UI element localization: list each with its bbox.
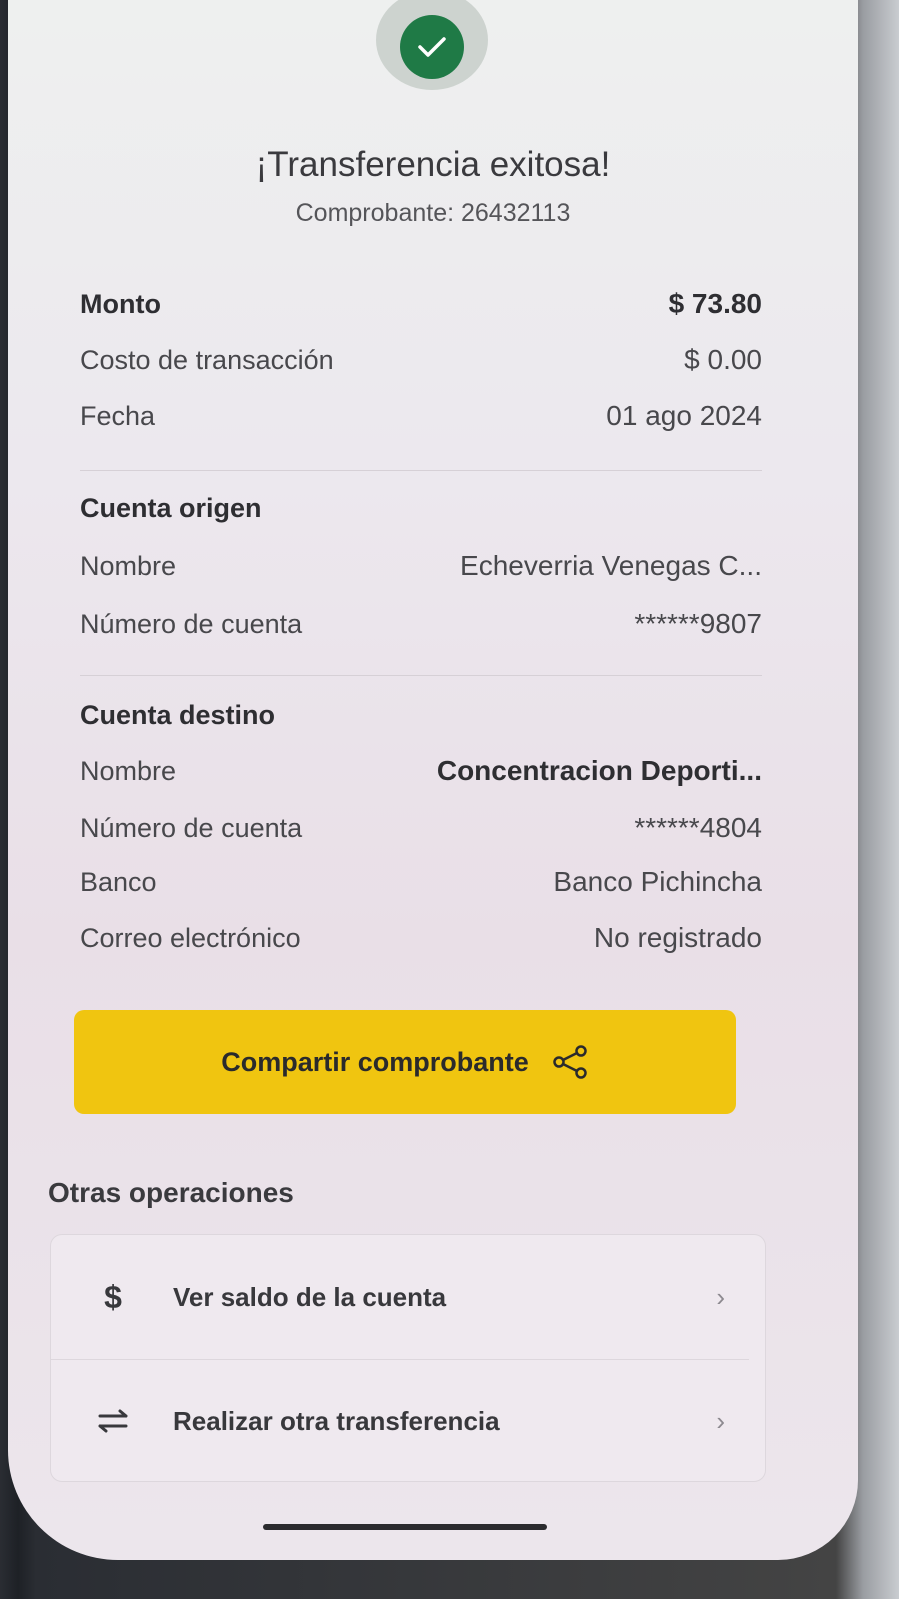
origin-account-row: Número de cuenta ******9807 bbox=[80, 608, 762, 640]
origin-name-value: Echeverria Venegas C... bbox=[460, 550, 762, 581]
share-button-label: Compartir comprobante bbox=[221, 1046, 529, 1077]
dollar-icon: $ bbox=[104, 1278, 122, 1315]
op-label: Ver saldo de la cuenta bbox=[173, 1281, 447, 1312]
fee-label: Costo de transacción bbox=[80, 345, 334, 375]
amount-label: Monto bbox=[80, 289, 161, 319]
date-label: Fecha bbox=[80, 401, 156, 431]
chevron-right-icon: › bbox=[716, 1281, 725, 1312]
origin-heading: Cuenta origen bbox=[80, 493, 262, 523]
origin-name-label: Nombre bbox=[80, 551, 177, 581]
date-value: 01 ago 2024 bbox=[606, 400, 762, 431]
other-operations-card: $ Ver saldo de la cuenta › Realizar otra… bbox=[50, 1234, 766, 1482]
destination-bank-value: Banco Pichincha bbox=[553, 866, 762, 897]
divider bbox=[80, 470, 762, 471]
amount-row: Monto $ 73.80 bbox=[80, 288, 762, 320]
op-view-balance[interactable]: $ Ver saldo de la cuenta › bbox=[51, 1235, 765, 1359]
destination-email-row: Correo electrónico No registrado bbox=[80, 922, 762, 954]
home-indicator[interactable] bbox=[263, 1524, 547, 1530]
destination-bank-label: Banco bbox=[80, 867, 157, 897]
destination-heading: Cuenta destino bbox=[80, 700, 276, 730]
origin-account-label: Número de cuenta bbox=[80, 609, 303, 639]
op-label: Realizar otra transferencia bbox=[173, 1405, 500, 1436]
success-check-icon bbox=[400, 15, 464, 79]
share-receipt-button[interactable]: Compartir comprobante bbox=[74, 1010, 736, 1114]
page-title: ¡Transferencia exitosa! bbox=[255, 145, 611, 184]
destination-account-row: Número de cuenta ******4804 bbox=[80, 812, 762, 844]
other-operations-title: Otras operaciones bbox=[48, 1177, 294, 1208]
destination-email-label: Correo electrónico bbox=[80, 923, 301, 953]
op-new-transfer[interactable]: Realizar otra transferencia › bbox=[51, 1359, 765, 1483]
fee-row: Costo de transacción $ 0.00 bbox=[80, 344, 762, 376]
destination-account-label: Número de cuenta bbox=[80, 813, 303, 843]
receipt-number: Comprobante: 26432113 bbox=[295, 199, 571, 227]
destination-email-value: No registrado bbox=[593, 922, 762, 953]
destination-name-row: Nombre Concentracion Deporti... bbox=[80, 755, 762, 787]
divider bbox=[80, 675, 762, 676]
fee-value: $ 0.00 bbox=[684, 344, 762, 375]
amount-value: $ 73.80 bbox=[668, 288, 762, 319]
destination-bank-row: Banco Banco Pichincha bbox=[80, 866, 762, 898]
destination-name-label: Nombre bbox=[80, 756, 177, 786]
destination-account-value: ******4804 bbox=[634, 812, 762, 843]
date-row: Fecha 01 ago 2024 bbox=[80, 400, 762, 432]
chevron-right-icon: › bbox=[716, 1405, 725, 1436]
origin-account-value: ******9807 bbox=[634, 608, 762, 639]
transfer-arrows-icon bbox=[95, 1403, 131, 1439]
destination-name-value: Concentracion Deporti... bbox=[436, 755, 762, 786]
screen: ¡Transferencia exitosa! Comprobante: 264… bbox=[8, 0, 858, 1560]
share-icon bbox=[553, 1045, 587, 1079]
origin-name-row: Nombre Echeverria Venegas C... bbox=[80, 550, 762, 582]
